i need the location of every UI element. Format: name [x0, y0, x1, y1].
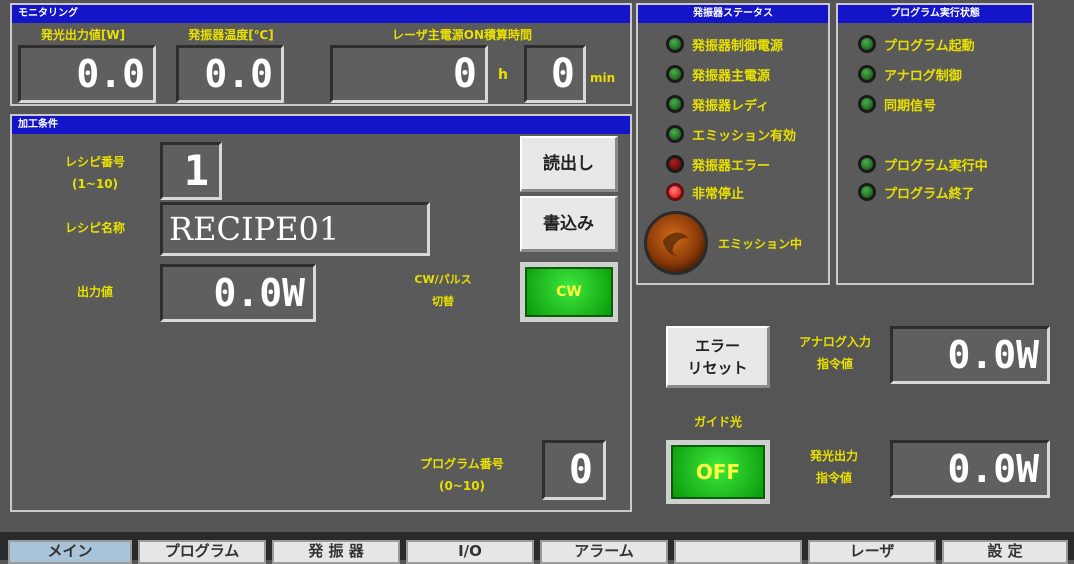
program-status-row: 同期信号	[858, 93, 936, 115]
analog-label-line1: アナログ入力	[799, 335, 871, 349]
osc-status-row: 発振器エラー	[666, 153, 770, 175]
cw-pulse-label-line2: 切替	[432, 295, 454, 308]
cw-pulse-toggle-face: CW	[525, 267, 613, 317]
error-reset-button[interactable]: エラー リセット	[666, 326, 770, 388]
osc-status-label: 非常停止	[692, 186, 745, 202]
osc-status-row: エミッション有効	[666, 123, 796, 145]
monitoring-title: モニタリング	[12, 5, 630, 23]
output-cmd-label-line2: 指令値	[815, 471, 852, 485]
power-time-label: レーザ主電源ON積算時間	[391, 28, 532, 42]
program-led-2	[858, 95, 876, 113]
osc-status-row: 発振器レディ	[666, 93, 769, 115]
program-status-row: プログラム実行中	[858, 153, 988, 175]
program-status-label: プログラム起動	[884, 38, 975, 54]
tab-oscillator[interactable]: 発 振 器	[272, 540, 400, 564]
tab-program[interactable]: プログラム	[138, 540, 266, 564]
output-cmd-display: 0.0W	[890, 440, 1050, 498]
output-cmd-label: 発光出力 指令値	[782, 448, 886, 486]
laser-output-label: 発光出力値[W]	[40, 28, 126, 42]
guide-label: ガイド光	[693, 415, 742, 429]
analog-value-display: 0.0W	[890, 326, 1050, 384]
program-status-panel: プログラム実行状態 プログラム起動 アナログ制御 同期信号 プログラム実行中 プ…	[836, 3, 1034, 285]
read-button[interactable]: 読出し	[520, 136, 618, 192]
osc-status-label: 発振器主電源	[692, 68, 771, 84]
program-led-3	[858, 155, 876, 173]
hours-display: 0	[330, 45, 488, 103]
emission-lamp-glyph	[663, 232, 689, 256]
analog-label-line2: 指令値	[816, 357, 853, 371]
recipe-no-label: レシピ番号 (1~10)	[40, 154, 150, 192]
recipe-no-input[interactable]: 1	[160, 142, 222, 200]
recipe-no-range: (1~10)	[71, 177, 119, 191]
processing-title: 加工条件	[12, 116, 630, 134]
program-led-0	[858, 35, 876, 53]
tab-blank[interactable]	[674, 540, 802, 564]
osc-status-label: 発振器エラー	[692, 158, 771, 174]
program-no-label: プログラム番号 (0~10)	[382, 456, 542, 494]
recipe-name-input[interactable]: RECIPE01	[160, 202, 430, 256]
osc-led-3	[666, 125, 684, 143]
program-status-row: プログラム起動	[858, 33, 975, 55]
analog-label: アナログ入力 指令値	[780, 334, 890, 372]
cw-pulse-label: CW/パルス 切替	[388, 272, 498, 310]
program-status-row: プログラム終了	[858, 181, 975, 203]
osc-status-row: 非常停止	[666, 181, 744, 203]
cw-pulse-toggle[interactable]: CW	[520, 262, 618, 322]
osc-status-label: 発振器レディ	[692, 98, 770, 114]
program-no-input[interactable]: 0	[542, 440, 606, 500]
program-status-label: プログラム終了	[884, 186, 975, 202]
hours-unit: h	[498, 67, 508, 83]
error-reset-line2: リセット	[687, 358, 748, 377]
laser-output-display: 0.0	[18, 45, 156, 103]
osc-led-2	[666, 95, 684, 113]
emission-label: エミッション中	[718, 237, 803, 251]
output-input[interactable]: 0.0W	[160, 264, 316, 322]
tab-io[interactable]: I/O	[406, 540, 534, 564]
tab-alarm[interactable]: アラーム	[540, 540, 668, 564]
osc-status-label: エミッション有効	[692, 128, 797, 144]
guide-light-toggle-face: OFF	[671, 445, 765, 499]
recipe-name-label: レシピ名称	[64, 221, 125, 235]
program-status-label: アナログ制御	[884, 68, 962, 84]
osc-led-1	[666, 65, 684, 83]
minutes-unit: min	[590, 71, 616, 85]
osc-status-row: 発振器主電源	[666, 63, 770, 85]
monitoring-panel: モニタリング 発光出力値[W] 0.0 発振器温度[℃] 0.0 レーザ主電源O…	[10, 3, 632, 106]
temp-label: 発振器温度[℃]	[188, 28, 274, 42]
tab-laser[interactable]: レーザ	[808, 540, 936, 564]
tab-settings[interactable]: 設 定	[942, 540, 1068, 564]
output-label: 出力値	[76, 285, 113, 299]
processing-panel: 加工条件 レシピ番号 (1~10) 1 レシピ名称 RECIPE01 出力値 0…	[10, 114, 632, 512]
error-reset-line1: エラー	[694, 336, 740, 355]
osc-led-5	[666, 183, 684, 201]
program-status-row: アナログ制御	[858, 63, 962, 85]
osc-status-title: 発振器ステータス	[638, 5, 828, 23]
program-led-1	[858, 65, 876, 83]
recipe-no-label-text: レシピ番号	[64, 155, 125, 169]
cw-pulse-label-line1: CW/パルス	[414, 273, 472, 286]
emission-lamp-icon	[644, 211, 708, 275]
program-status-label: プログラム実行中	[884, 158, 988, 174]
program-no-label-text: プログラム番号	[420, 457, 504, 471]
output-cmd-label-line1: 発光出力	[809, 449, 858, 463]
write-button[interactable]: 書込み	[520, 196, 618, 252]
osc-status-row: 発振器制御電源	[666, 33, 783, 55]
minutes-display: 0	[524, 45, 586, 103]
osc-led-0	[666, 35, 684, 53]
tab-main[interactable]: メイン	[8, 540, 132, 564]
program-status-title: プログラム実行状態	[838, 5, 1032, 23]
osc-status-panel: 発振器ステータス 発振器制御電源 発振器主電源 発振器レディ エミッション有効 …	[636, 3, 830, 285]
guide-light-toggle[interactable]: OFF	[666, 440, 770, 504]
temp-display: 0.0	[176, 45, 284, 103]
osc-led-4	[666, 155, 684, 173]
program-no-range: (0~10)	[438, 479, 486, 493]
program-status-label: 同期信号	[884, 98, 937, 114]
osc-status-label: 発振器制御電源	[692, 38, 784, 54]
program-led-4	[858, 183, 876, 201]
